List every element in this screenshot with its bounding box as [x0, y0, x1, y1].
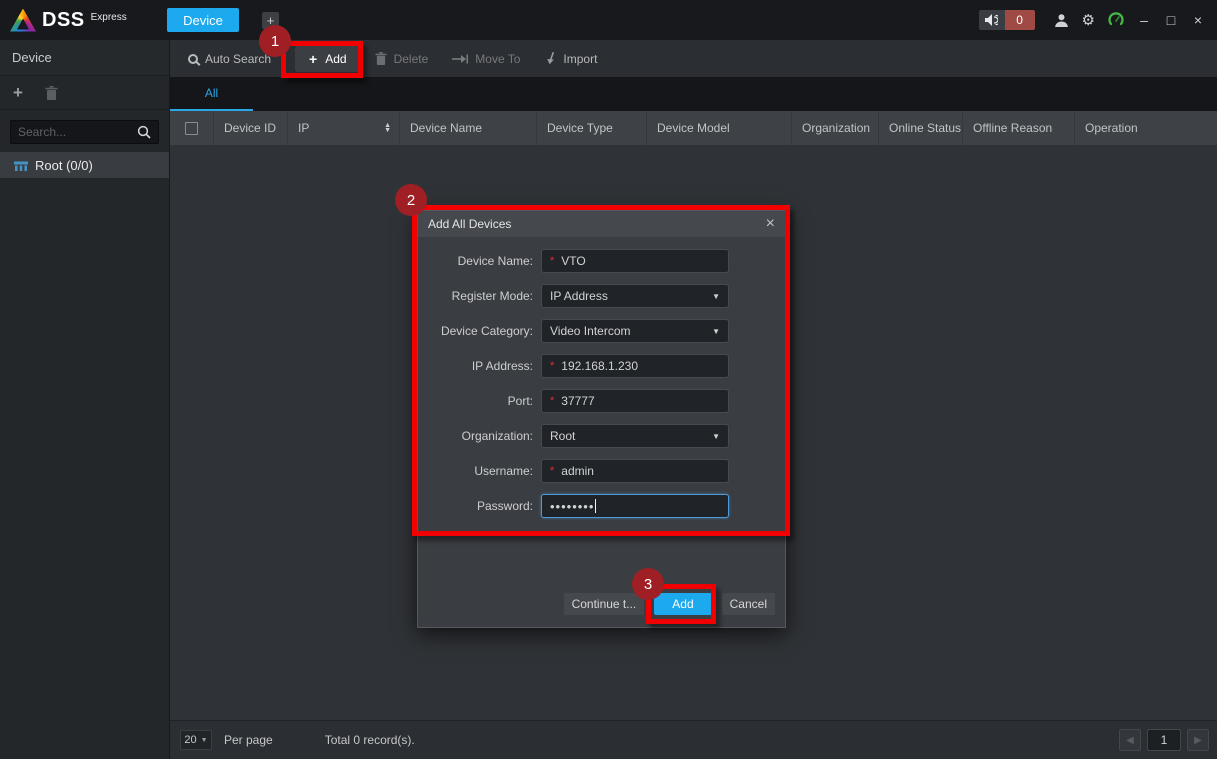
device-name-label: Device Name:: [457, 254, 533, 268]
tree-item-label: Root (0/0): [35, 157, 93, 173]
chevron-down-icon: ▼: [712, 431, 720, 441]
brand-suffix: Express: [90, 11, 127, 23]
trash-icon: [375, 52, 387, 65]
maximize-button[interactable]: □: [1164, 12, 1178, 28]
column-device-name[interactable]: Device Name: [400, 111, 537, 145]
prev-page-button[interactable]: ◀: [1119, 729, 1141, 751]
tab-device[interactable]: Device: [167, 8, 239, 32]
page-size-select[interactable]: 20 ▼: [180, 730, 212, 750]
device-category-label: Device Category:: [440, 324, 533, 338]
chevron-down-icon: ▼: [200, 736, 208, 744]
chevron-down-icon: ▼: [712, 326, 720, 336]
ip-address-label: IP Address:: [471, 359, 533, 373]
sort-icon[interactable]: ▲ ▼: [384, 122, 391, 134]
move-to-button[interactable]: Move To: [452, 52, 520, 66]
organization-icon: [14, 161, 28, 171]
device-toolbar: Auto Search + Add Delete Move To Import: [170, 40, 1217, 77]
device-category-tabs: All: [170, 77, 1217, 111]
dss-logo-icon: [10, 8, 36, 32]
search-icon: [137, 125, 151, 139]
organization-select[interactable]: Root ▼: [541, 424, 729, 448]
port-label: Port:: [507, 394, 533, 408]
device-name-field[interactable]: * VTO: [541, 249, 729, 273]
ip-address-field[interactable]: * 192.168.1.230: [541, 354, 729, 378]
user-icon[interactable]: [1054, 13, 1069, 28]
search-input[interactable]: [18, 125, 137, 139]
delete-organization-button[interactable]: [45, 85, 58, 100]
register-mode-label: Register Mode:: [451, 289, 533, 303]
app-logo: DSS Express: [0, 8, 167, 32]
delete-device-button[interactable]: Delete: [375, 52, 428, 66]
dialog-footer: Continue t... Add Cancel: [418, 537, 785, 627]
dialog-title: Add All Devices: [428, 217, 512, 231]
continue-to-add-button[interactable]: Continue t...: [563, 593, 645, 615]
search-icon: [188, 53, 198, 64]
move-to-icon: [452, 54, 469, 63]
dialog-close-icon[interactable]: ×: [766, 216, 775, 232]
dialog-add-button[interactable]: Add: [654, 593, 712, 615]
required-mark: *: [550, 360, 555, 372]
import-icon: [547, 52, 555, 65]
password-label: Password:: [476, 499, 533, 513]
register-mode-select[interactable]: IP Address ▼: [541, 284, 729, 308]
select-all-checkbox[interactable]: [185, 121, 198, 135]
current-page: 1: [1147, 729, 1181, 751]
sidebar-title: Device: [0, 40, 169, 76]
device-tree-panel: Device + Root (0/0): [0, 40, 170, 759]
column-offline-reason[interactable]: Offline Reason: [963, 111, 1075, 145]
total-records-label: Total 0 record(s).: [324, 733, 415, 747]
port-field[interactable]: * 37777: [541, 389, 729, 413]
new-tab-button[interactable]: +: [262, 11, 279, 29]
username-field[interactable]: * admin: [541, 459, 729, 483]
alarm-center-widget[interactable]: 0: [978, 10, 1035, 30]
tab-all[interactable]: All: [170, 77, 253, 111]
tree-search-box[interactable]: [10, 120, 159, 144]
titlebar: DSS Express Device + 0 ⚙ – □ ×: [0, 0, 1217, 40]
add-organization-button[interactable]: +: [13, 83, 23, 103]
alarm-count-badge: 0: [1004, 10, 1035, 30]
dss-express-window: DSS Express Device + 0 ⚙ – □ × Device + …: [0, 0, 1217, 759]
required-mark: *: [550, 395, 555, 407]
add-all-devices-dialog: Add All Devices × Device Name: * VTO Reg…: [417, 210, 786, 628]
column-device-id[interactable]: Device ID: [214, 111, 288, 145]
dialog-titlebar: Add All Devices ×: [418, 211, 785, 237]
column-organization[interactable]: Organization: [792, 111, 879, 145]
brand-name: DSS: [42, 8, 85, 31]
device-category-select[interactable]: Video Intercom ▼: [541, 319, 729, 343]
health-monitor-icon[interactable]: [1108, 12, 1124, 28]
pagination-bar: 20 ▼ Per page Total 0 record(s). ◀ 1 ▶: [170, 720, 1217, 759]
column-ip[interactable]: IP ▲ ▼: [288, 111, 400, 145]
password-field[interactable]: ••••••••: [541, 494, 729, 518]
chevron-down-icon: ▼: [712, 291, 720, 301]
column-online-status[interactable]: Online Status: [879, 111, 963, 145]
device-table-header: Device ID IP ▲ ▼ Device Name Device Type …: [170, 111, 1217, 145]
column-operation[interactable]: Operation: [1075, 111, 1217, 145]
auto-search-button[interactable]: Auto Search: [188, 52, 271, 66]
per-page-label: Per page: [224, 733, 273, 747]
import-button[interactable]: Import: [544, 52, 597, 66]
next-page-button[interactable]: ▶: [1187, 729, 1209, 751]
plus-icon: +: [309, 50, 318, 67]
organization-label: Organization:: [461, 429, 533, 443]
speaker-icon: [978, 10, 1005, 30]
column-device-type[interactable]: Device Type: [537, 111, 647, 145]
required-mark: *: [550, 465, 555, 477]
add-device-button[interactable]: + Add: [295, 45, 361, 72]
gear-icon[interactable]: ⚙: [1082, 13, 1095, 28]
required-mark: *: [550, 255, 555, 267]
username-label: Username:: [474, 464, 533, 478]
minimize-button[interactable]: –: [1137, 12, 1151, 28]
cancel-button[interactable]: Cancel: [721, 593, 775, 615]
close-button[interactable]: ×: [1191, 12, 1205, 28]
column-device-model[interactable]: Device Model: [647, 111, 792, 145]
text-cursor: [595, 499, 597, 513]
tree-item-root[interactable]: Root (0/0): [0, 152, 169, 178]
